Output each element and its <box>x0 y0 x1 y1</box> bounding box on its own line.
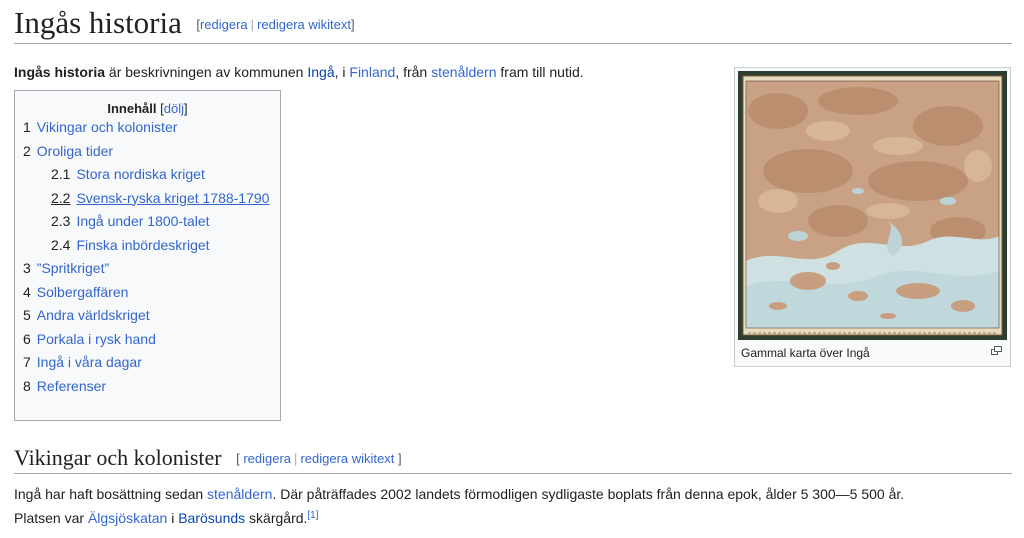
intro-bold-title: Ingås historia <box>14 64 106 80</box>
toc-item[interactable]: 4 Solbergaffären <box>15 281 280 305</box>
toc-number: 2.4 <box>51 236 71 253</box>
toc-link[interactable]: Ingå i våra dagar <box>37 354 142 370</box>
page-title-bar: Ingås historia [redigera | redigera wikite… <box>14 3 1012 44</box>
toc-number: 2.2 <box>51 189 71 206</box>
toc-toggle: [dölj] <box>160 101 188 116</box>
toc-list: 1 Vikingar och kolonister 2 Oroliga tider … <box>15 116 280 398</box>
toc-item[interactable]: 7 Ingå i våra dagar <box>15 351 280 375</box>
intro-paragraph: Ingås historia är beskrivningen av kommu… <box>14 61 584 83</box>
intro-text: är beskrivningen av kommunen <box>105 64 308 80</box>
link-finland[interactable]: Finland <box>349 64 395 80</box>
toc-link[interactable]: Referenser <box>37 378 106 394</box>
toc-item[interactable]: 8 Referenser <box>15 375 280 399</box>
toc-toggle-bracket: ] <box>184 101 188 116</box>
toc-item[interactable]: 2 Oroliga tider <box>15 140 280 164</box>
body-text: Ingå har haft bosättning sedan <box>14 486 208 502</box>
toc-item[interactable]: 2.4 Finska inbördeskriget <box>15 234 280 258</box>
toc-title: Innehåll <box>107 101 157 116</box>
link-stenaldern-2[interactable]: stenåldern <box>207 486 272 502</box>
toc-link[interactable]: Porkala i rysk hand <box>37 331 156 347</box>
edit-link[interactable]: redigera <box>200 17 248 32</box>
edit-bracket: [ <box>236 451 240 466</box>
link-barosunds[interactable]: Barösunds <box>178 510 245 526</box>
toc-number: 1 <box>23 119 31 135</box>
intro-text: , från <box>395 64 432 80</box>
toc-header: Innehåll [dölj] <box>15 101 280 116</box>
toc-link[interactable]: ”Spritkriget” <box>37 260 109 276</box>
toc-item-hovered[interactable]: 2.2 Svensk-ryska kriget 1788-1790 <box>15 187 280 211</box>
toc-number: 2.1 <box>51 166 71 182</box>
toc-number: 5 <box>23 307 31 323</box>
magnify-clip-icon[interactable] <box>991 346 1002 355</box>
edit-separator: | <box>294 451 298 466</box>
section-heading-bar: Vikingar och kolonister [ redigera | redig… <box>14 443 1012 474</box>
toc-number: 8 <box>23 377 31 394</box>
toc-number: 6 <box>23 330 31 347</box>
link-stenaldern[interactable]: stenåldern <box>431 64 496 80</box>
toc-item[interactable]: 1 Vikingar och kolonister <box>15 116 280 140</box>
section-body: Ingå har haft bosättning sedan stenålder… <box>14 482 1004 530</box>
body-text: i <box>167 510 179 526</box>
edit-separator: | <box>250 17 255 32</box>
body-text: Platsen var <box>14 510 88 526</box>
intro-text: , i <box>334 64 350 80</box>
section-edit-link[interactable]: redigera <box>243 451 291 466</box>
toc-item[interactable]: 3 ”Spritkriget” <box>15 257 280 281</box>
section-heading: Vikingar och kolonister <box>14 445 222 470</box>
thumbnail-caption: Gammal karta över Ingå <box>741 346 870 360</box>
page-title: Ingås historia <box>14 5 182 40</box>
toc-item[interactable]: 2.3 Ingå under 1800-talet <box>15 210 280 234</box>
link-inga[interactable]: Ingå <box>307 64 334 80</box>
reference-link[interactable]: [1] <box>307 510 318 521</box>
toc-number: 2 <box>23 142 31 159</box>
body-text: skärgård. <box>245 510 308 526</box>
toc-link[interactable]: Andra världskriget <box>37 307 150 323</box>
edit-bracket: ] <box>398 451 402 466</box>
body-text: . Där påträffades 2002 landets förmodlig… <box>272 486 905 502</box>
title-edit-links: [redigera | redigera wikitext] <box>196 17 355 32</box>
table-of-contents: Innehåll [dölj] 1 Vikingar och kolonister… <box>14 90 281 421</box>
toc-link[interactable]: Ingå under 1800-talet <box>76 213 209 229</box>
edit-wikitext-link[interactable]: redigera wikitext <box>257 17 351 32</box>
toc-number: 4 <box>23 283 31 300</box>
toc-number: 7 <box>23 354 31 370</box>
toc-hide-link[interactable]: dölj <box>164 101 184 116</box>
thumbnail-frame: Gammal karta över Ingå <box>734 67 1011 367</box>
toc-item[interactable]: 6 Porkala i rysk hand <box>15 328 280 352</box>
toc-link[interactable]: Finska inbördeskriget <box>76 237 209 253</box>
toc-item[interactable]: 2.1 Stora nordiska kriget <box>15 163 280 187</box>
toc-link[interactable]: Solbergaffären <box>37 284 129 300</box>
toc-link[interactable]: Svensk-ryska kriget 1788-1790 <box>76 190 269 206</box>
toc-link[interactable]: Stora nordiska kriget <box>76 166 204 182</box>
section-edit-wikitext-link[interactable]: redigera wikitext <box>300 451 394 466</box>
toc-item[interactable]: 5 Andra världskriget <box>15 304 280 328</box>
toc-link[interactable]: Vikingar och kolonister <box>37 119 178 135</box>
intro-text: fram till nutid. <box>496 64 584 80</box>
toc-number: 3 <box>23 260 31 276</box>
section-edit-links: [ redigera | redigera wikitext ] <box>236 451 402 466</box>
link-algsjoskatan[interactable]: Älgsjöskatan <box>88 510 167 526</box>
toc-link[interactable]: Oroliga tider <box>37 143 113 159</box>
old-map-image[interactable] <box>738 71 1007 340</box>
toc-number: 2.3 <box>51 213 71 229</box>
